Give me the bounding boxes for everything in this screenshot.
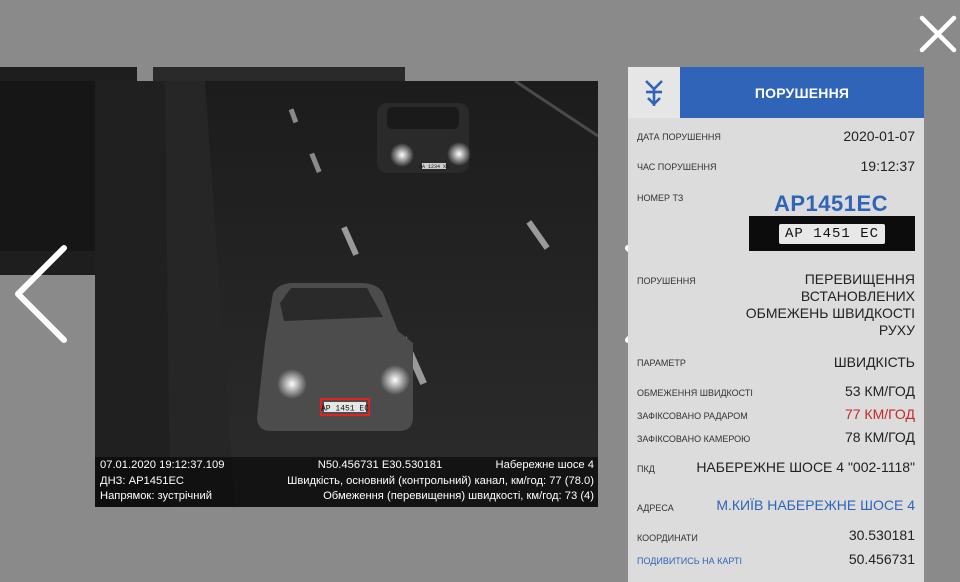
date-value: 2020-01-07	[843, 128, 915, 144]
radar-speed-label: ЗАФІКСОВАНО РАДАРОМ	[637, 411, 748, 421]
brand-logo	[628, 67, 680, 118]
front-plate-text: AP 1451 EC	[321, 405, 369, 414]
speed-limit-label: ОБМЕЖЕННЯ ШВИДКОСТІ	[637, 388, 753, 398]
pkd-label: ПКД	[637, 464, 655, 474]
chevron-left-icon	[15, 245, 67, 343]
field-coordinates: КООРДИНАТИ 30.530181	[637, 527, 915, 547]
field-radar-speed: ЗАФІКСОВАНО РАДАРОМ 77 КМ/ГОД	[637, 406, 915, 426]
coordinates-latitude: 50.456731	[848, 551, 915, 567]
photo-caption: 07.01.2020 19:12:37.109 N50.456731 E30.5…	[95, 457, 598, 507]
plate-image-text: AP 1451 EC	[778, 223, 885, 244]
camera-scene: AP 1451 EC AA 1234 XX	[95, 81, 598, 507]
violation-photo: AP 1451 EC AA 1234 XX 07.01.2020 19:12:3…	[95, 81, 598, 507]
field-time: ЧАС ПОРУШЕННЯ 19:12:37	[637, 158, 915, 178]
close-icon	[919, 15, 957, 53]
field-map-link: ПОДИВИТИСЬ НА КАРТІ 50.456731	[637, 551, 915, 571]
previous-button[interactable]	[10, 244, 70, 349]
field-camera-speed: ЗАФІКСОВАНО КАМЕРОЮ 78 КМ/ГОД	[637, 429, 915, 449]
radar-speed-value: 77 КМ/ГОД	[844, 406, 915, 422]
parameter-value: ШВИДКІСТЬ	[833, 354, 915, 370]
field-violation: ПОРУШЕННЯ ПЕРЕВИЩЕННЯ ВСТАНОВЛЕНИХ ОБМЕЖ…	[637, 271, 915, 341]
camera-speed-label: ЗАФІКСОВАНО КАМЕРОЮ	[637, 434, 751, 444]
caption-datetime: 07.01.2020 19:12:37.109	[100, 459, 225, 471]
pkd-value: НАБЕРЕЖНЕ ШОСЕ 4 "002-1118"	[696, 459, 915, 475]
caption-limit: Обмеження (перевищення) швидкості, км/го…	[323, 490, 594, 502]
rear-plate-text: AA 1234 XX	[419, 164, 449, 170]
close-button[interactable]	[918, 14, 958, 54]
field-pkd: ПКД НАБЕРЕЖНЕ ШОСЕ 4 "002-1118"	[637, 459, 915, 479]
violation-label: ПОРУШЕННЯ	[637, 276, 696, 286]
field-speed-limit: ОБМЕЖЕННЯ ШВИДКОСТІ 53 КМ/ГОД	[637, 383, 915, 403]
camera-speed-value: 78 КМ/ГОД	[844, 429, 915, 445]
caption-location: Набережне шосе 4	[495, 459, 594, 471]
address-label: АДРЕСА	[637, 503, 674, 513]
violation-value: ПЕРЕВИЩЕННЯ ВСТАНОВЛЕНИХ ОБМЕЖЕНЬ ШВИДКО…	[745, 271, 915, 338]
address-value[interactable]: М.КИЇВ НАБЕРЕЖНЕ ШОСЕ 4	[716, 497, 915, 513]
parameter-label: ПАРАМЕТР	[637, 358, 686, 368]
plate-number: AP1451EC	[774, 191, 889, 216]
coordinates-longitude: 30.530181	[848, 527, 915, 543]
field-date: ДАТА ПОРУШЕННЯ 2020-01-07	[637, 128, 915, 148]
coordinates-label: КООРДИНАТИ	[637, 533, 698, 543]
tab-violation[interactable]: ПОРУШЕННЯ	[680, 67, 924, 118]
time-value: 19:12:37	[860, 158, 916, 174]
time-label: ЧАС ПОРУШЕННЯ	[637, 162, 717, 172]
plate-image: AP 1451 EC	[749, 216, 915, 251]
plate-label: НОМЕР ТЗ	[637, 193, 684, 203]
caption-dnz: ДНЗ: AP1451EC	[100, 474, 184, 487]
view-on-map-link[interactable]: ПОДИВИТИСЬ НА КАРТІ	[637, 556, 742, 566]
speed-limit-value: 53 КМ/ГОД	[844, 383, 915, 399]
violation-info-panel: ПОРУШЕННЯ ДАТА ПОРУШЕННЯ 2020-01-07 ЧАС …	[628, 67, 924, 582]
caption-speed: Швидкість, основний (контрольний) канал,…	[287, 474, 594, 487]
date-label: ДАТА ПОРУШЕННЯ	[637, 132, 721, 142]
field-parameter: ПАРАМЕТР ШВИДКІСТЬ	[637, 354, 915, 374]
caption-coords: N50.456731 E30.530181	[317, 459, 443, 471]
caption-direction: Напрямок: зустрічний	[100, 490, 212, 502]
panel-header: ПОРУШЕННЯ	[628, 67, 924, 118]
brand-logo-icon	[645, 79, 663, 106]
field-address: АДРЕСА М.КИЇВ НАБЕРЕЖНЕ ШОСЕ 4	[637, 497, 915, 517]
